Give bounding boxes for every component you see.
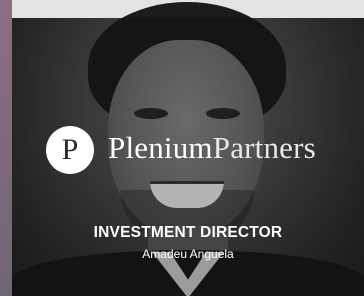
person-name: Amadeu Anguela: [142, 247, 234, 261]
logo-glyph: P: [61, 133, 79, 166]
brand-second: Partners: [212, 130, 316, 165]
brand-wordmark: PleniumPartners: [108, 130, 316, 166]
portrait-photo: P PleniumPartners INVESTMENT DIRECTOR Am…: [12, 0, 364, 296]
job-title: INVESTMENT DIRECTOR: [93, 224, 283, 241]
previous-slide-edge: [0, 0, 12, 296]
brand-first: Plenium: [108, 130, 213, 165]
plenium-logo-icon: P: [46, 126, 94, 174]
team-member-card[interactable]: P PleniumPartners INVESTMENT DIRECTOR Am…: [0, 0, 364, 296]
